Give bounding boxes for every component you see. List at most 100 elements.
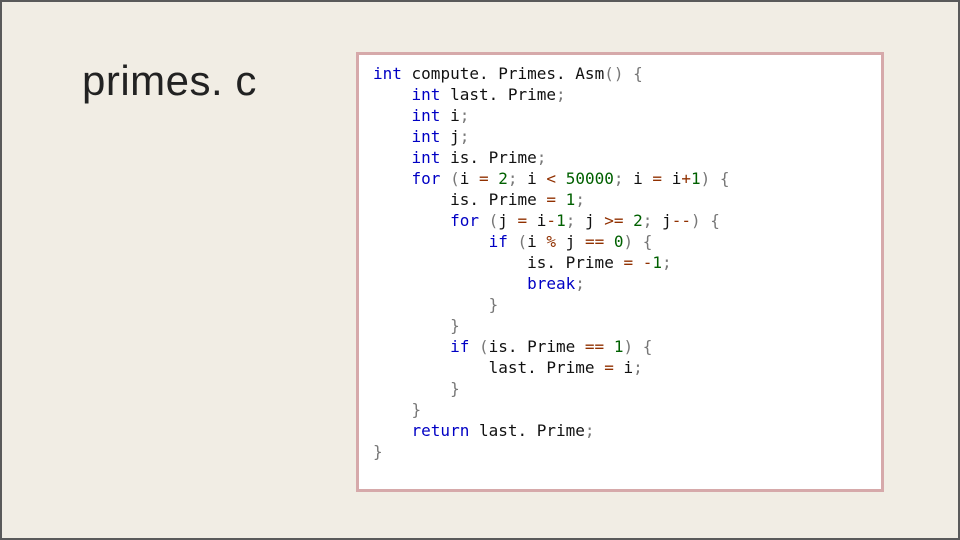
kw: return bbox=[412, 421, 470, 440]
sp bbox=[556, 232, 566, 251]
slide-canvas: primes. c int compute. Primes. Asm() { i… bbox=[0, 0, 960, 540]
op: % bbox=[546, 232, 556, 251]
op: >= bbox=[604, 211, 623, 230]
pad bbox=[373, 148, 412, 167]
punct: ; bbox=[662, 253, 672, 272]
op: = bbox=[518, 211, 528, 230]
pad bbox=[373, 295, 489, 314]
id: i bbox=[633, 169, 652, 188]
sp bbox=[604, 232, 614, 251]
num: 1 bbox=[652, 253, 662, 272]
sp bbox=[556, 190, 566, 209]
fn-name: compute. Primes. Asm bbox=[402, 64, 604, 83]
punct: ; bbox=[633, 358, 643, 377]
id: j bbox=[585, 211, 604, 230]
punct: ; bbox=[575, 190, 585, 209]
sp bbox=[633, 253, 643, 272]
kw: for bbox=[412, 169, 441, 188]
id: last. Prime bbox=[489, 358, 605, 377]
op: == bbox=[585, 337, 604, 356]
op: == bbox=[585, 232, 604, 251]
pad bbox=[373, 127, 412, 146]
id: j bbox=[662, 211, 672, 230]
code-box: int compute. Primes. Asm() { int last. P… bbox=[356, 52, 884, 492]
var: j bbox=[440, 127, 459, 146]
pad bbox=[373, 106, 412, 125]
pad bbox=[373, 169, 412, 188]
punct: ( bbox=[440, 169, 459, 188]
var: is. Prime bbox=[440, 148, 536, 167]
punct: ( bbox=[469, 337, 488, 356]
id: i bbox=[527, 169, 546, 188]
num: 2 bbox=[633, 211, 643, 230]
punct: ; bbox=[460, 127, 470, 146]
punct: ; bbox=[566, 211, 585, 230]
punct: () { bbox=[604, 64, 643, 83]
num: 1 bbox=[691, 169, 701, 188]
punct: } bbox=[412, 400, 422, 419]
op: -- bbox=[672, 211, 691, 230]
kw: break bbox=[527, 274, 575, 293]
op: = bbox=[652, 169, 662, 188]
kw: int bbox=[412, 148, 441, 167]
code-listing: int compute. Primes. Asm() { int last. P… bbox=[373, 63, 867, 462]
pad bbox=[373, 379, 450, 398]
kw: if bbox=[450, 337, 469, 356]
punct: ( bbox=[479, 211, 498, 230]
punct: ; bbox=[537, 148, 547, 167]
kw: int bbox=[412, 106, 441, 125]
kw: int bbox=[412, 127, 441, 146]
id: i bbox=[623, 358, 633, 377]
kw: if bbox=[489, 232, 508, 251]
punct: ) { bbox=[623, 232, 652, 251]
id: is. Prime bbox=[527, 253, 623, 272]
pad bbox=[373, 85, 412, 104]
kw: for bbox=[450, 211, 479, 230]
punct: } bbox=[373, 442, 383, 461]
num: 50000 bbox=[566, 169, 614, 188]
kw: int bbox=[412, 85, 441, 104]
id: is. Prime bbox=[489, 337, 585, 356]
op: - bbox=[643, 253, 653, 272]
punct: ( bbox=[508, 232, 527, 251]
punct: ; bbox=[575, 274, 585, 293]
pad bbox=[373, 190, 450, 209]
punct: ; bbox=[460, 106, 470, 125]
id: i bbox=[460, 169, 479, 188]
num: 1 bbox=[566, 190, 576, 209]
punct: ) { bbox=[623, 337, 652, 356]
var: last. Prime bbox=[440, 85, 556, 104]
punct: ; bbox=[643, 211, 662, 230]
id: j bbox=[498, 211, 517, 230]
id: j bbox=[566, 232, 585, 251]
punct: ; bbox=[508, 169, 527, 188]
op: = bbox=[623, 253, 633, 272]
sp bbox=[489, 169, 499, 188]
pad bbox=[373, 400, 412, 419]
punct: ; bbox=[614, 169, 633, 188]
op: = bbox=[604, 358, 614, 377]
op: + bbox=[681, 169, 691, 188]
num: 2 bbox=[498, 169, 508, 188]
op: = bbox=[479, 169, 489, 188]
sp bbox=[624, 211, 634, 230]
num: 1 bbox=[556, 211, 566, 230]
pad bbox=[373, 421, 412, 440]
sp bbox=[556, 169, 566, 188]
punct: ) { bbox=[701, 169, 730, 188]
op: = bbox=[546, 190, 556, 209]
punct: } bbox=[489, 295, 499, 314]
pad bbox=[373, 358, 489, 377]
sp bbox=[662, 169, 672, 188]
kw: int bbox=[373, 64, 402, 83]
sp bbox=[604, 337, 614, 356]
pad bbox=[373, 274, 527, 293]
punct: ; bbox=[556, 85, 566, 104]
pad bbox=[373, 211, 450, 230]
op: < bbox=[546, 169, 556, 188]
punct: ) { bbox=[691, 211, 720, 230]
id: i bbox=[672, 169, 682, 188]
pad bbox=[373, 337, 450, 356]
pad bbox=[373, 253, 527, 272]
var: i bbox=[440, 106, 459, 125]
